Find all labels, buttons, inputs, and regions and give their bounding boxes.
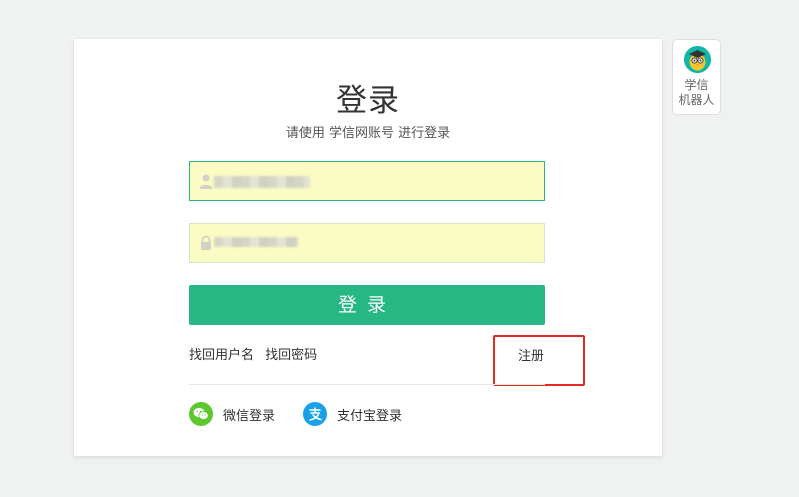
login-button[interactable]: 登录: [189, 285, 545, 325]
page-title: 登录: [336, 83, 400, 119]
robot-label-line2: 机器人: [678, 93, 715, 107]
find-password-link[interactable]: 找回密码: [265, 348, 317, 363]
wechat-login-button[interactable]: 微信登录: [189, 401, 275, 427]
user-icon: [199, 174, 213, 189]
username-value-blurred: [214, 176, 310, 188]
username-field[interactable]: [189, 161, 545, 201]
robot-label: 学信 机器人: [673, 78, 720, 108]
recovery-links: 找回用户名 找回密码: [189, 344, 324, 363]
lock-icon: [201, 235, 211, 250]
login-card: 登录 请使用 学信网账号 进行登录 登录 找回用户名 找回密码 注册 微信登录 …: [74, 39, 662, 456]
divider: [189, 384, 545, 385]
wechat-icon: [189, 402, 213, 426]
find-username-link[interactable]: 找回用户名: [189, 348, 254, 363]
password-value-blurred: [214, 237, 298, 247]
register-highlight-box: [493, 335, 585, 386]
robot-label-line1: 学信: [684, 78, 709, 92]
wechat-login-label: 微信登录: [223, 408, 276, 424]
alipay-login-button[interactable]: 支付宝登录: [303, 401, 402, 427]
login-subtitle: 请使用 学信网账号 进行登录: [285, 126, 451, 141]
password-field[interactable]: [189, 223, 545, 263]
xuexin-robot-button[interactable]: 学信 机器人: [672, 39, 721, 115]
robot-avatar-icon: [684, 46, 711, 73]
alipay-icon: [303, 402, 327, 426]
alipay-login-label: 支付宝登录: [337, 408, 403, 424]
